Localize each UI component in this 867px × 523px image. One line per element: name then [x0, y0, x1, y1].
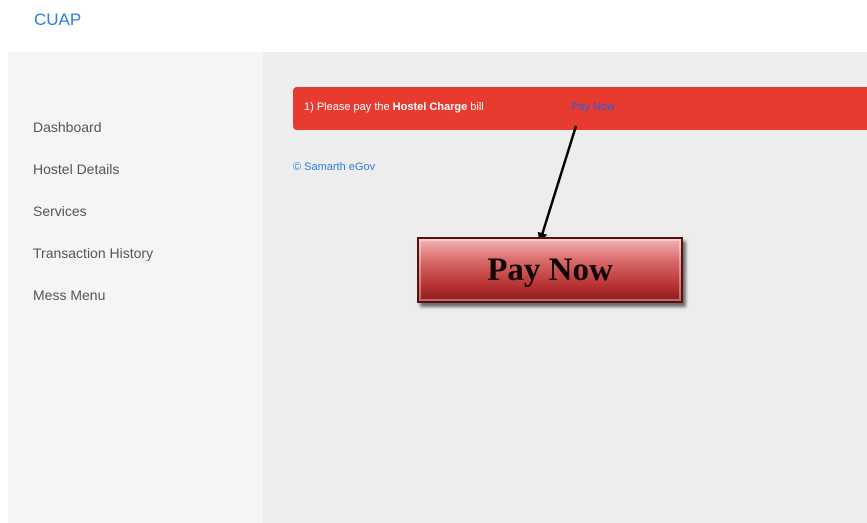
- sidebar-item-mess-menu[interactable]: Mess Menu: [33, 287, 105, 303]
- sidebar-item-services[interactable]: Services: [33, 203, 87, 219]
- alert-suffix: bill: [467, 101, 484, 113]
- sidebar-item-transaction-history[interactable]: Transaction History: [33, 245, 153, 261]
- alert-prefix: 1) Please pay the: [304, 101, 393, 113]
- alert-message: 1) Please pay the Hostel Charge bill: [304, 101, 484, 113]
- page: CUAP Dashboard Hostel Details Services T…: [0, 0, 867, 523]
- alert-bold-text: Hostel Charge: [392, 101, 468, 113]
- sidebar: Dashboard Hostel Details Services Transa…: [8, 52, 263, 523]
- pay-now-callout-button[interactable]: Pay Now: [417, 237, 683, 303]
- payment-alert: 1) Please pay the Hostel Charge bill Pay…: [293, 87, 867, 130]
- sidebar-item-hostel-details[interactable]: Hostel Details: [33, 161, 119, 177]
- sidebar-item-dashboard[interactable]: Dashboard: [33, 119, 102, 135]
- footer-copyright: © Samarth eGov: [293, 161, 376, 173]
- alert-pay-now-link[interactable]: Pay Now: [571, 101, 615, 113]
- brand-link[interactable]: CUAP: [34, 10, 81, 30]
